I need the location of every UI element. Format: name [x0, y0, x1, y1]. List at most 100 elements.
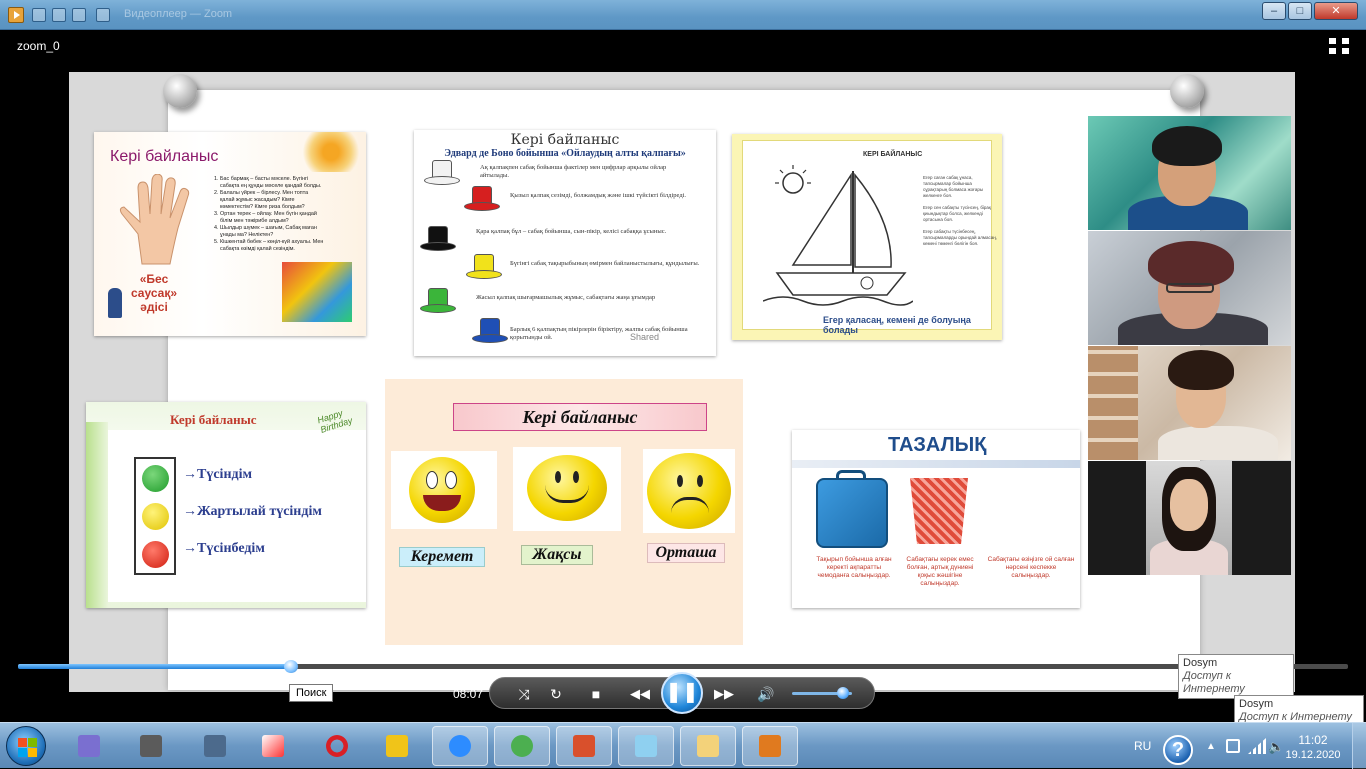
- list-item: Ортан терек – ойлау. Мен бүгін қандай бі…: [220, 211, 324, 225]
- save-icon[interactable]: [52, 8, 66, 22]
- next-button[interactable]: ▶▶: [704, 684, 744, 704]
- close-button[interactable]: ✕: [1314, 2, 1358, 20]
- smiley-good-box: [513, 447, 621, 531]
- system-clock[interactable]: 11:02 19.12.2020: [1282, 733, 1344, 763]
- show-desktop-button[interactable]: [1352, 723, 1366, 769]
- slide-six-hats: Кері байланыс Эдвард де Боно бойынша «Ой…: [414, 130, 716, 356]
- language-indicator[interactable]: RU: [1134, 739, 1151, 753]
- hat-description: Қара қалпақ бұл – сабақ бойынша, сын-пік…: [476, 228, 667, 235]
- dropdown-icon[interactable]: [96, 8, 110, 22]
- seek-tooltip: Поиск: [289, 684, 334, 702]
- level-not-understood: →Түсінбедім: [183, 541, 265, 556]
- participant-video-2[interactable]: [1088, 231, 1291, 345]
- slide-smileys: Кері байланыс Керемет Жақсы Орташа: [385, 379, 743, 645]
- vine-decoration: [86, 422, 108, 608]
- participant-video-3[interactable]: [1088, 346, 1291, 460]
- pushpin-icon: [163, 74, 197, 108]
- sailboat-icon: [763, 165, 913, 306]
- hat-icon: [464, 186, 500, 212]
- maximize-button[interactable]: □: [1288, 2, 1312, 20]
- network-signal-icon[interactable]: [1248, 738, 1266, 754]
- instruction-text: Егер саған сабақ ұнаса, тапсырмалар бойы…: [923, 175, 984, 198]
- video-player[interactable]: zoom_0 Кері байланыс «Бес саусақ» әдісі …: [0, 30, 1366, 727]
- taskbar-paint-icon[interactable]: [618, 726, 674, 766]
- level-understood: →Түсіндім: [183, 467, 253, 482]
- instruction-text: Егер сабақты түсінбесең, тапсырмаларды о…: [923, 229, 998, 246]
- window-title: Видеоплеер — Zoom: [124, 8, 233, 20]
- device-icon[interactable]: [1226, 739, 1240, 753]
- trash-bin-icon: [910, 478, 968, 544]
- caption-bag: Сабақтағы өзіңізге ой салған нәрсені кес…: [987, 556, 1075, 579]
- list-item: Кішкентай бөбек – көңіл-күй ахуалы. Мен …: [220, 239, 324, 253]
- slide-title: Кері байланыс: [110, 148, 219, 165]
- caption-suitcase: Тақырып бойынша алған керекті ақпаратты …: [816, 556, 892, 579]
- taskbar-zoom-icon[interactable]: [432, 726, 488, 766]
- list-item: Бас бармақ – басты мәселе. Бүгінгі сабақ…: [220, 176, 324, 190]
- taskbar-world-of-tanks-icon[interactable]: [132, 728, 168, 764]
- taskbar-chrome-icon[interactable]: [494, 726, 550, 766]
- hat-icon: [420, 288, 456, 314]
- window-titlebar: Видеоплеер — Zoom – □ ✕: [0, 0, 1366, 30]
- label-average: Орташа: [647, 543, 725, 563]
- pause-button[interactable]: ❚❚: [661, 672, 703, 714]
- start-button[interactable]: [6, 726, 46, 766]
- volume-icon[interactable]: 🔊: [754, 684, 778, 704]
- stop-button[interactable]: ■: [584, 684, 608, 704]
- network-name: Dosym: [1239, 698, 1274, 710]
- volume-handle[interactable]: [837, 687, 849, 699]
- seek-progress: [18, 664, 291, 669]
- seek-bar[interactable]: [18, 660, 1348, 673]
- hat-description: Бүгінгі сабақ тақырыбының өмірмен байлан…: [510, 260, 700, 267]
- slide-traffic-light: Кері байланыс Happy Birthday →Түсіндім →…: [86, 402, 366, 608]
- hat-icon: [424, 160, 460, 186]
- taskbar-media-library-icon[interactable]: [70, 728, 106, 764]
- taskbar-yandex-icon[interactable]: [254, 728, 290, 764]
- slide-subtitle: Эдвард де Боно бойынша «Ойлаудың алты қа…: [444, 148, 686, 159]
- taskbar-media-player-icon[interactable]: [742, 726, 798, 766]
- taskbar-explorer-icon[interactable]: [680, 726, 736, 766]
- participant-video-1[interactable]: [1088, 116, 1291, 230]
- suitcase-icon: [816, 478, 888, 548]
- hat-icon: [466, 254, 502, 280]
- slide-title: КЕРІ БАЙЛАНЫС: [863, 151, 923, 158]
- seek-handle[interactable]: [283, 660, 298, 673]
- repeat-icon[interactable]: ↻: [544, 684, 568, 704]
- network-notification: Dosym Доступ к Интернету: [1178, 654, 1294, 699]
- folder-icon[interactable]: [72, 8, 86, 22]
- previous-button[interactable]: ◀◀: [620, 684, 660, 704]
- slide-sailboat: КЕРІ БАЙЛАНЫС Егер саған сабақ ұнаса, та…: [732, 134, 1002, 340]
- hat-description: Жасыл қалпақ шығармашылық жұмыс, сабақта…: [476, 294, 656, 301]
- taskbar-powerpoint-icon[interactable]: [556, 726, 612, 766]
- taskbar-world-of-warships-icon[interactable]: [196, 728, 232, 764]
- fullscreen-icon[interactable]: [1329, 38, 1349, 54]
- autumn-leaves-decoration: [296, 132, 366, 172]
- show-hidden-icons-icon[interactable]: ▲: [1206, 741, 1216, 752]
- slide-title: Кері байланыс: [453, 403, 707, 431]
- taskbar-opera-icon[interactable]: [318, 728, 354, 764]
- help-icon[interactable]: ?: [1163, 735, 1193, 765]
- smiley-average-box: [643, 449, 735, 533]
- watermark: Shared: [630, 332, 660, 342]
- hat-description: Барлық 6 қалпақтың пікірлерін біріктіру,…: [510, 326, 688, 341]
- volume-slider[interactable]: [792, 687, 852, 699]
- shuffle-icon[interactable]: ⤨: [512, 684, 536, 704]
- school-supplies-decoration: [282, 262, 352, 322]
- laughing-smiley-icon: [409, 457, 475, 523]
- slide-title: Кері байланыс: [170, 412, 257, 427]
- caption-trash: Сабақтағы керек емес болған, артық дүние…: [906, 556, 974, 587]
- slide-title: ТАЗАЛЫҚ: [888, 434, 987, 456]
- slide-caption: Егер қаласаң, кемені де болуыңа болады: [823, 315, 971, 335]
- elapsed-time: 08:07: [453, 687, 484, 701]
- participant-video-4[interactable]: [1088, 461, 1291, 575]
- student-figure-icon: [108, 288, 122, 318]
- clock-time: 11:02: [1298, 733, 1328, 747]
- taskbar-game-shield-icon[interactable]: [378, 728, 414, 764]
- smiling-face-icon: [527, 455, 607, 521]
- list-item: Шылдыр шүмек – шағым, Сабақ маған ұнады …: [220, 225, 324, 239]
- hand-icon: [119, 174, 190, 265]
- minimize-button[interactable]: –: [1262, 2, 1286, 20]
- media-player-app-icon[interactable]: [8, 7, 24, 23]
- back-icon[interactable]: [32, 8, 46, 22]
- label-excellent: Керемет: [399, 547, 485, 567]
- traffic-light-icon: [134, 457, 176, 575]
